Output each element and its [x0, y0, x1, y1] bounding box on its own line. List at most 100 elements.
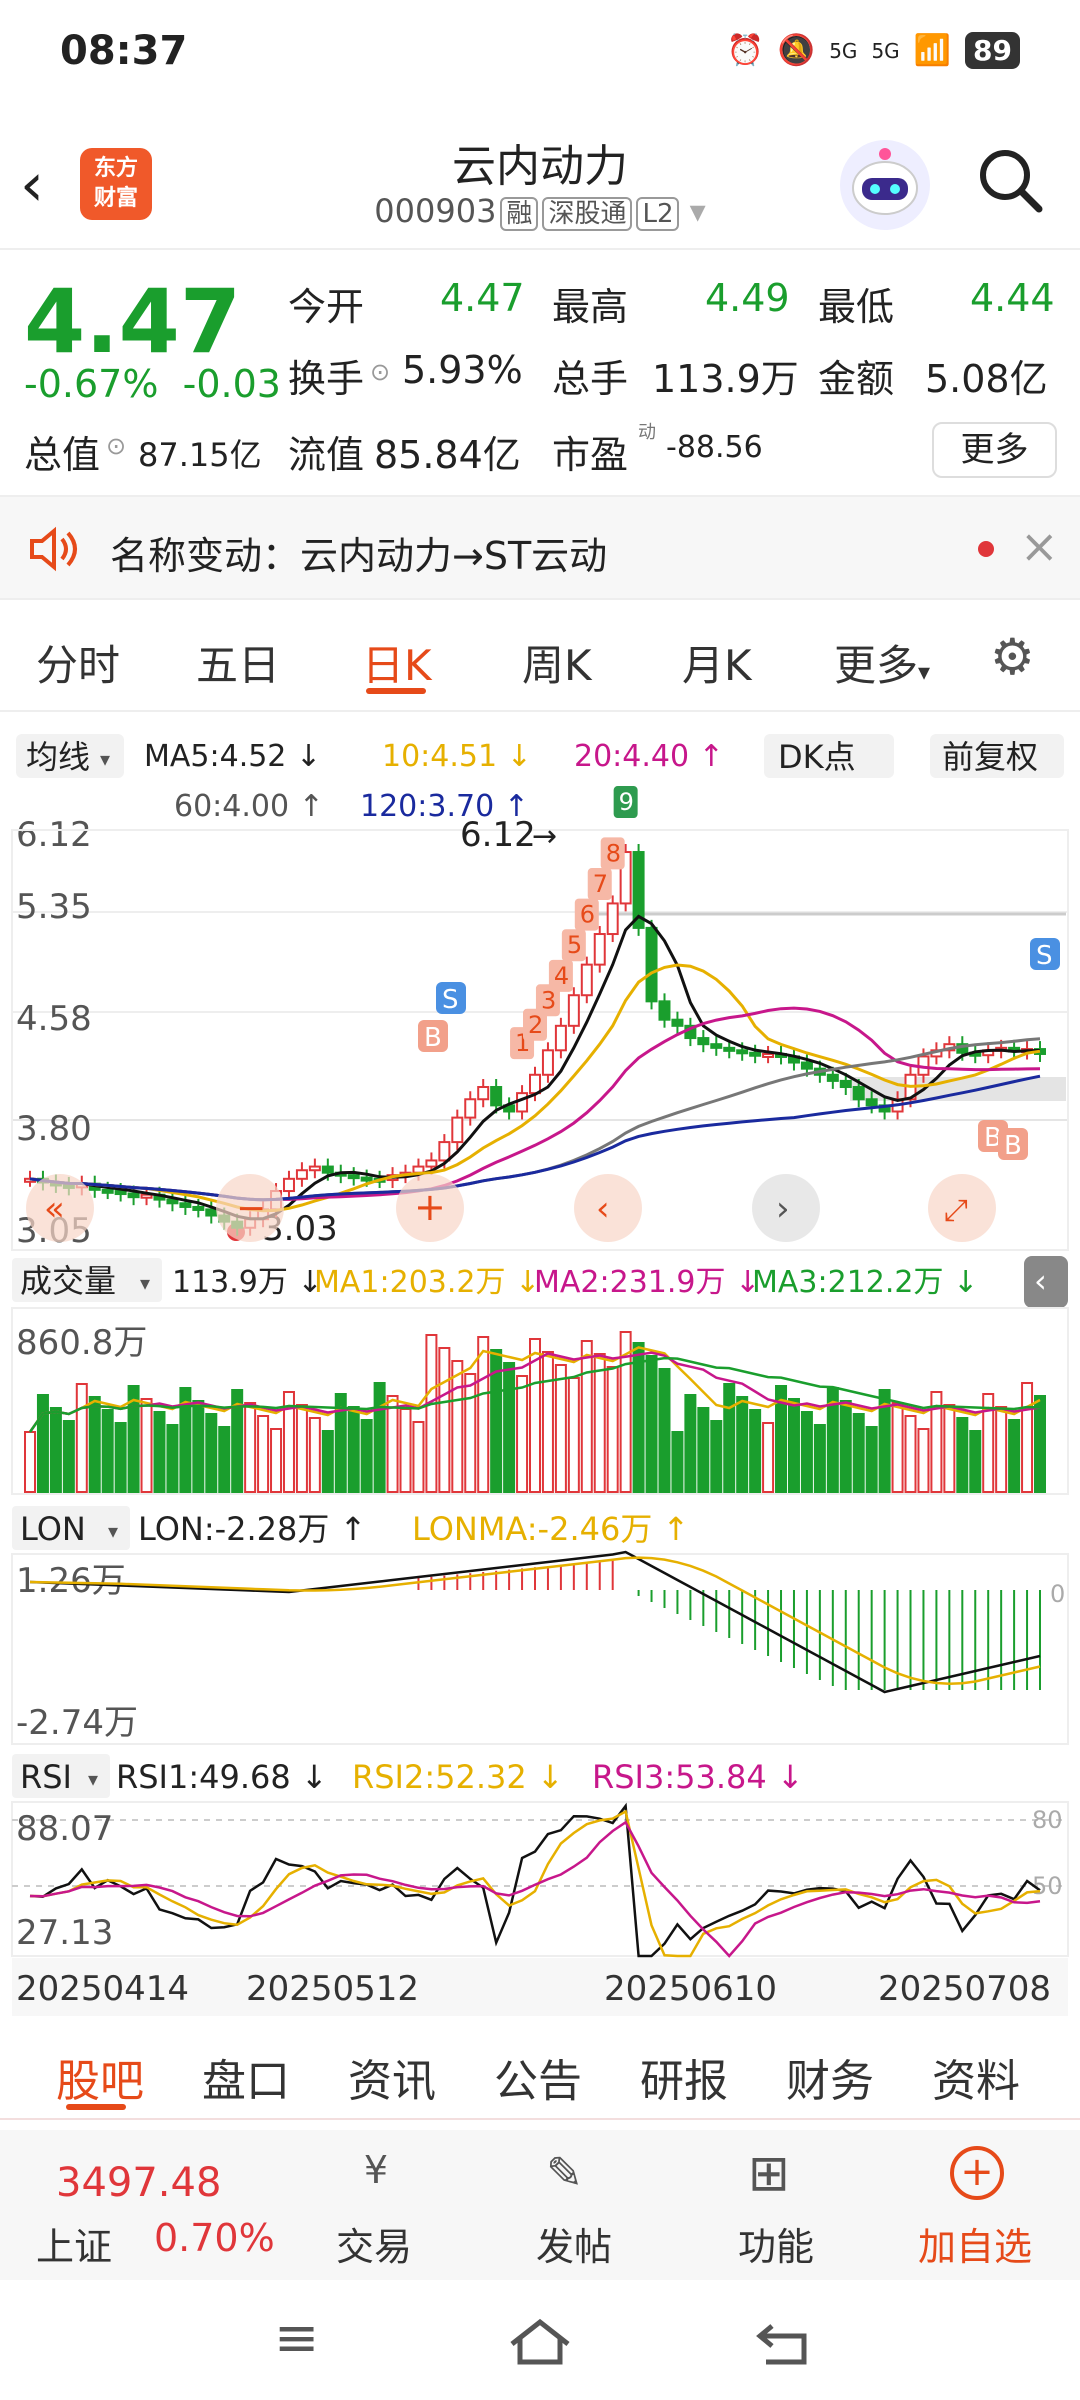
info-icon[interactable]: ⊙: [370, 358, 390, 386]
tab-profile[interactable]: 资料: [932, 2045, 1020, 2109]
volume-bar: [723, 1383, 736, 1493]
volume-bar: [736, 1396, 749, 1493]
price-change: -0.67% -0.03: [24, 362, 281, 406]
volume-label: 总手: [552, 357, 629, 401]
candle-body: [127, 1192, 140, 1199]
candle-body: [529, 1073, 541, 1095]
tab-intraday[interactable]: 分时: [36, 632, 120, 693]
lon-selector[interactable]: LON: [20, 1510, 86, 1548]
volume-bar: [347, 1406, 360, 1493]
buy-signal-b-3-text: B: [1004, 1131, 1022, 1161]
volume-bar: [399, 1408, 412, 1493]
volume-bar: [645, 1355, 658, 1493]
volume-bar: [360, 1419, 373, 1493]
volume-bar: [166, 1424, 179, 1493]
low-label: 最低: [818, 285, 895, 329]
candle-body: [516, 1092, 529, 1113]
ma60-value: 60:4.00 ↑: [174, 789, 324, 824]
volume-bar: [516, 1375, 529, 1493]
y-label-3: 3.80: [16, 1109, 92, 1149]
tab-finance[interactable]: 财务: [786, 2045, 874, 2109]
function-button[interactable]: 功能: [738, 2216, 814, 2271]
assistant-robot-icon[interactable]: [840, 140, 930, 230]
date-label-0: 20250414: [16, 1969, 189, 2009]
kline-svg[interactable]: 均线 ▾ MA5:4.52 ↓ 10:4.51 ↓ 20:4.40 ↑ 60:4…: [0, 712, 1080, 2017]
candle-body: [645, 926, 658, 1003]
add-circle-icon: +: [950, 2146, 1004, 2200]
candle-body: [671, 1018, 684, 1027]
candle-body: [658, 1000, 671, 1021]
tab-pankou[interactable]: 盘口: [202, 2045, 290, 2109]
volume-bar: [438, 1347, 451, 1493]
candle-body: [425, 1159, 438, 1168]
period-tabs: 分时 五日 日K 周K 月K 更多▾ ⚙: [0, 602, 1080, 712]
candle-body: [580, 963, 593, 997]
candle-body: [865, 1098, 878, 1107]
plus-icon: +: [414, 1185, 446, 1229]
search-icon[interactable]: [975, 145, 1045, 231]
volume-bar: [88, 1396, 101, 1493]
add-watchlist-button[interactable]: 加自选: [918, 2216, 1032, 2271]
volume-bar: [787, 1398, 800, 1493]
volume-selector[interactable]: 成交量: [20, 1262, 116, 1300]
back-nav-icon[interactable]: [754, 2318, 814, 2368]
candle-body: [477, 1086, 490, 1101]
tab-weekly-k[interactable]: 周K: [522, 632, 592, 693]
volume-bar: [891, 1402, 904, 1493]
menu-icon[interactable]: ≡: [274, 2306, 319, 2369]
home-icon[interactable]: [508, 2316, 572, 2368]
tab-research[interactable]: 研报: [640, 2045, 728, 2109]
volume-bar: [917, 1428, 930, 1493]
volume-bar: [270, 1428, 283, 1493]
mcap-info-icon[interactable]: ⊙: [106, 432, 126, 460]
tab-monthly-k[interactable]: 月K: [682, 632, 752, 693]
tab-more-label: 更多: [834, 641, 919, 690]
volume-bar: [1034, 1395, 1046, 1493]
volume-bar: [632, 1342, 645, 1493]
adjust-button[interactable]: 前复权: [942, 738, 1038, 776]
volume-bar: [477, 1336, 490, 1493]
volume-bar: [710, 1420, 723, 1493]
volume-ma1: MA1:203.2万 ↓: [314, 1265, 540, 1300]
close-icon[interactable]: ×: [1020, 519, 1059, 573]
trade-button[interactable]: 交易: [336, 2216, 412, 2271]
tab-guba[interactable]: 股吧: [56, 2045, 144, 2109]
dropdown-arrow-icon: ▾: [918, 658, 931, 686]
settings-gear-icon[interactable]: ⚙: [990, 628, 1035, 686]
more-button[interactable]: 更多: [932, 422, 1057, 478]
turnover-label: 换手: [288, 357, 365, 401]
rsi-ybottom: 27.13: [16, 1913, 113, 1953]
candle-body: [360, 1176, 373, 1182]
volume-bar: [140, 1398, 153, 1493]
ma-selector[interactable]: 均线: [26, 738, 90, 776]
y-label-1: 5.35: [16, 887, 92, 927]
kline-chart-area[interactable]: 均线 ▾ MA5:4.52 ↓ 10:4.51 ↓ 20:4.40 ↑ 60:4…: [0, 712, 1080, 2017]
volume-bar: [308, 1417, 321, 1493]
tab-announcements[interactable]: 公告: [494, 2045, 582, 2109]
candle-body: [308, 1165, 321, 1172]
post-button[interactable]: 发帖: [536, 2216, 612, 2271]
quote-panel: 4.47 -0.67% -0.03 今开 4.47 最高 4.49 最低 4.4…: [0, 252, 1080, 492]
tab-news[interactable]: 资讯: [348, 2045, 436, 2109]
volume-bar: [114, 1422, 127, 1493]
volume-bar: [800, 1411, 813, 1493]
name-change-notice[interactable]: 名称变动：云内动力→ST云动 ×: [0, 495, 1080, 600]
tab-five-day[interactable]: 五日: [196, 632, 280, 693]
volume-bar: [762, 1422, 775, 1493]
lon-zero-label: 0: [1050, 1580, 1065, 1608]
tab-more[interactable]: 更多▾: [834, 632, 930, 693]
y-label-2: 4.58: [16, 999, 92, 1039]
candle-body: [541, 1049, 554, 1076]
max-arrow-icon: →: [532, 819, 557, 854]
volume-bar: [1021, 1382, 1034, 1493]
dk-button[interactable]: DK点: [778, 738, 856, 776]
tab-daily-k[interactable]: 日K: [362, 632, 432, 693]
volume-bar: [969, 1430, 982, 1493]
nine-turn-label: 7: [593, 870, 608, 898]
index-value[interactable]: 3497.48: [56, 2160, 221, 2206]
volume-bar: [671, 1431, 684, 1493]
chevron-left-icon: ‹: [596, 1189, 610, 1229]
rsi-selector[interactable]: RSI: [20, 1758, 72, 1796]
speaker-icon: [30, 526, 77, 572]
sell-signal-s-2-text: S: [1036, 941, 1053, 971]
